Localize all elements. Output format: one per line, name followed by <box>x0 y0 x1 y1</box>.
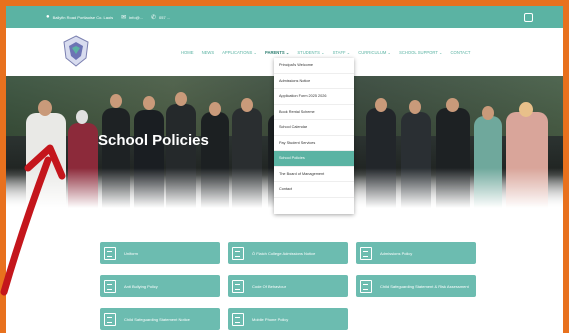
mail-icon: ✉ <box>121 14 127 21</box>
menu-item-pay-student-services[interactable]: Pay Student Services <box>274 136 354 151</box>
phone-text[interactable]: 057 ... <box>159 15 170 20</box>
document-icon <box>104 312 116 326</box>
menu-item-contact[interactable]: Contact <box>274 182 354 198</box>
nav-school-support[interactable]: SCHOOL SUPPORT ⌄ <box>399 50 442 55</box>
document-icon <box>232 312 244 326</box>
browser-viewport: ● Ballyfin Road Portlaoise Co. Laois ✉ i… <box>6 6 563 333</box>
document-icon <box>232 279 244 293</box>
document-icon <box>104 246 116 260</box>
location-icon: ● <box>46 14 50 20</box>
instagram-icon[interactable] <box>524 13 533 22</box>
document-icon <box>104 279 116 293</box>
menu-item-school-calendar[interactable]: School Calendar <box>274 120 354 136</box>
email-item[interactable]: ✉ info@... <box>121 14 143 21</box>
school-crest-logo[interactable] <box>61 34 91 70</box>
menu-item-board-of-management[interactable]: The Board of Management <box>274 167 354 182</box>
policy-label: Child Safeguarding Statement & Risk Asse… <box>380 283 469 289</box>
page-title: School Policies <box>98 132 209 149</box>
policy-uniform-button[interactable]: Uniform <box>100 242 220 264</box>
menu-item-book-rental-scheme[interactable]: Book Rental Scheme <box>274 105 354 120</box>
address-text: Ballyfin Road Portlaoise Co. Laois <box>52 14 114 20</box>
document-icon <box>360 279 372 293</box>
policy-admissions-policy-button[interactable]: Admissions Policy <box>356 242 476 264</box>
main-navigation: HOME NEWS APPLICATIONS ⌄ PARENTS ⌄ STUDE… <box>181 50 478 55</box>
menu-item-admissions-notice[interactable]: Admissions Notice <box>274 74 354 89</box>
policy-label: Uniform <box>124 250 139 256</box>
menu-item-application-form[interactable]: Application Form 2025 2026 <box>274 89 354 105</box>
document-icon <box>232 246 244 260</box>
policy-anti-bullying-button[interactable]: Anti Bullying Policy <box>100 275 220 297</box>
policy-admissions-notice-button[interactable]: Ó Fiaich College Admissions Notice <box>228 242 348 264</box>
phone-icon: ✆ <box>150 14 157 21</box>
policy-mobile-phone-button[interactable]: Mobile Phone Policy <box>228 308 348 330</box>
policy-label: Anti Bullying Policy <box>124 283 158 289</box>
nav-contact[interactable]: CONTACT <box>451 50 471 55</box>
policy-label: Mobile Phone Policy <box>252 316 289 322</box>
menu-item-principals-welcome[interactable]: Principal's Welcome <box>274 58 354 74</box>
address-item: ● Ballyfin Road Portlaoise Co. Laois <box>46 14 113 20</box>
nav-students[interactable]: STUDENTS ⌄ <box>297 50 324 55</box>
nav-curriculum[interactable]: CURRICULUM ⌄ <box>358 50 391 55</box>
policy-child-safeguarding-notice-button[interactable]: Child Safeguarding Statement Notice <box>100 308 220 330</box>
policy-label: Admissions Policy <box>380 250 413 256</box>
nav-applications[interactable]: APPLICATIONS ⌄ <box>222 50 257 55</box>
document-icon <box>360 246 372 260</box>
policy-label: Ó Fiaich College Admissions Notice <box>252 250 316 256</box>
email-text[interactable]: info@... <box>129 15 143 20</box>
top-contact-bar: ● Ballyfin Road Portlaoise Co. Laois ✉ i… <box>6 6 563 28</box>
phone-item[interactable]: ✆ 057 ... <box>151 14 170 21</box>
policy-code-of-behaviour-button[interactable]: Code Of Behaviour <box>228 275 348 297</box>
parents-dropdown-menu: Principal's Welcome Admissions Notice Ap… <box>274 58 354 214</box>
policy-label: Child Safeguarding Statement Notice <box>124 316 190 322</box>
policy-child-safeguarding-risk-button[interactable]: Child Safeguarding Statement & Risk Asse… <box>356 275 476 297</box>
menu-item-school-policies[interactable]: School Policies <box>274 151 354 167</box>
policy-label: Code Of Behaviour <box>252 283 287 289</box>
nav-news[interactable]: NEWS <box>202 50 215 55</box>
nav-home[interactable]: HOME <box>181 50 194 55</box>
nav-staff[interactable]: STAFF ⌄ <box>333 50 351 55</box>
nav-parents[interactable]: PARENTS ⌄ <box>265 50 289 55</box>
